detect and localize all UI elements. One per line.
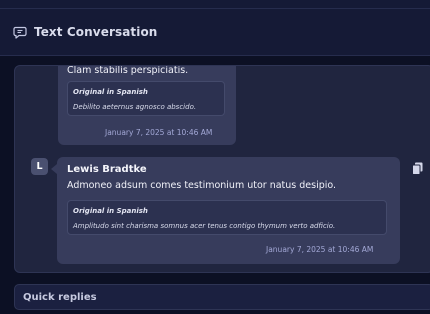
page-title: Text Conversation: [34, 25, 158, 39]
message-body: Admoneo adsum comes testimonium utor nat…: [67, 180, 337, 191]
avatar: L: [31, 158, 48, 175]
conversation-header: Text Conversation: [0, 9, 430, 56]
message-body: Clam stabilis perspiciatis.: [67, 65, 189, 76]
original-label: Original in Spanish: [73, 207, 148, 215]
message-timestamp: January 7, 2025 at 10:46 AM: [266, 245, 374, 254]
message-timestamp: January 7, 2025 at 10:46 AM: [105, 128, 213, 137]
original-text: Amplitudo sint charisma somnus acer tenu…: [73, 222, 336, 230]
original-translation-box: Original in Spanish Amplitudo sint chari…: [67, 200, 387, 235]
copy-icon: [411, 162, 423, 175]
copy-button[interactable]: [410, 160, 424, 176]
sender-name: Lewis Bradtke: [67, 164, 147, 175]
original-text: Debilito aeternus agnosco abscido.: [73, 103, 197, 111]
message-bubble: Clam stabilis perspiciatis. Original in …: [58, 65, 236, 145]
original-translation-box: Original in Spanish Debilito aeternus ag…: [67, 81, 225, 116]
message-bubble: Lewis Bradtke Admoneo adsum comes testim…: [57, 157, 400, 264]
message-icon: [13, 25, 27, 39]
original-label: Original in Spanish: [73, 88, 148, 96]
quick-replies-label: Quick replies: [23, 291, 97, 303]
message-list[interactable]: Clam stabilis perspiciatis. Original in …: [14, 65, 430, 273]
quick-replies-toggle[interactable]: Quick replies: [14, 284, 430, 310]
top-strip: [0, 0, 430, 9]
